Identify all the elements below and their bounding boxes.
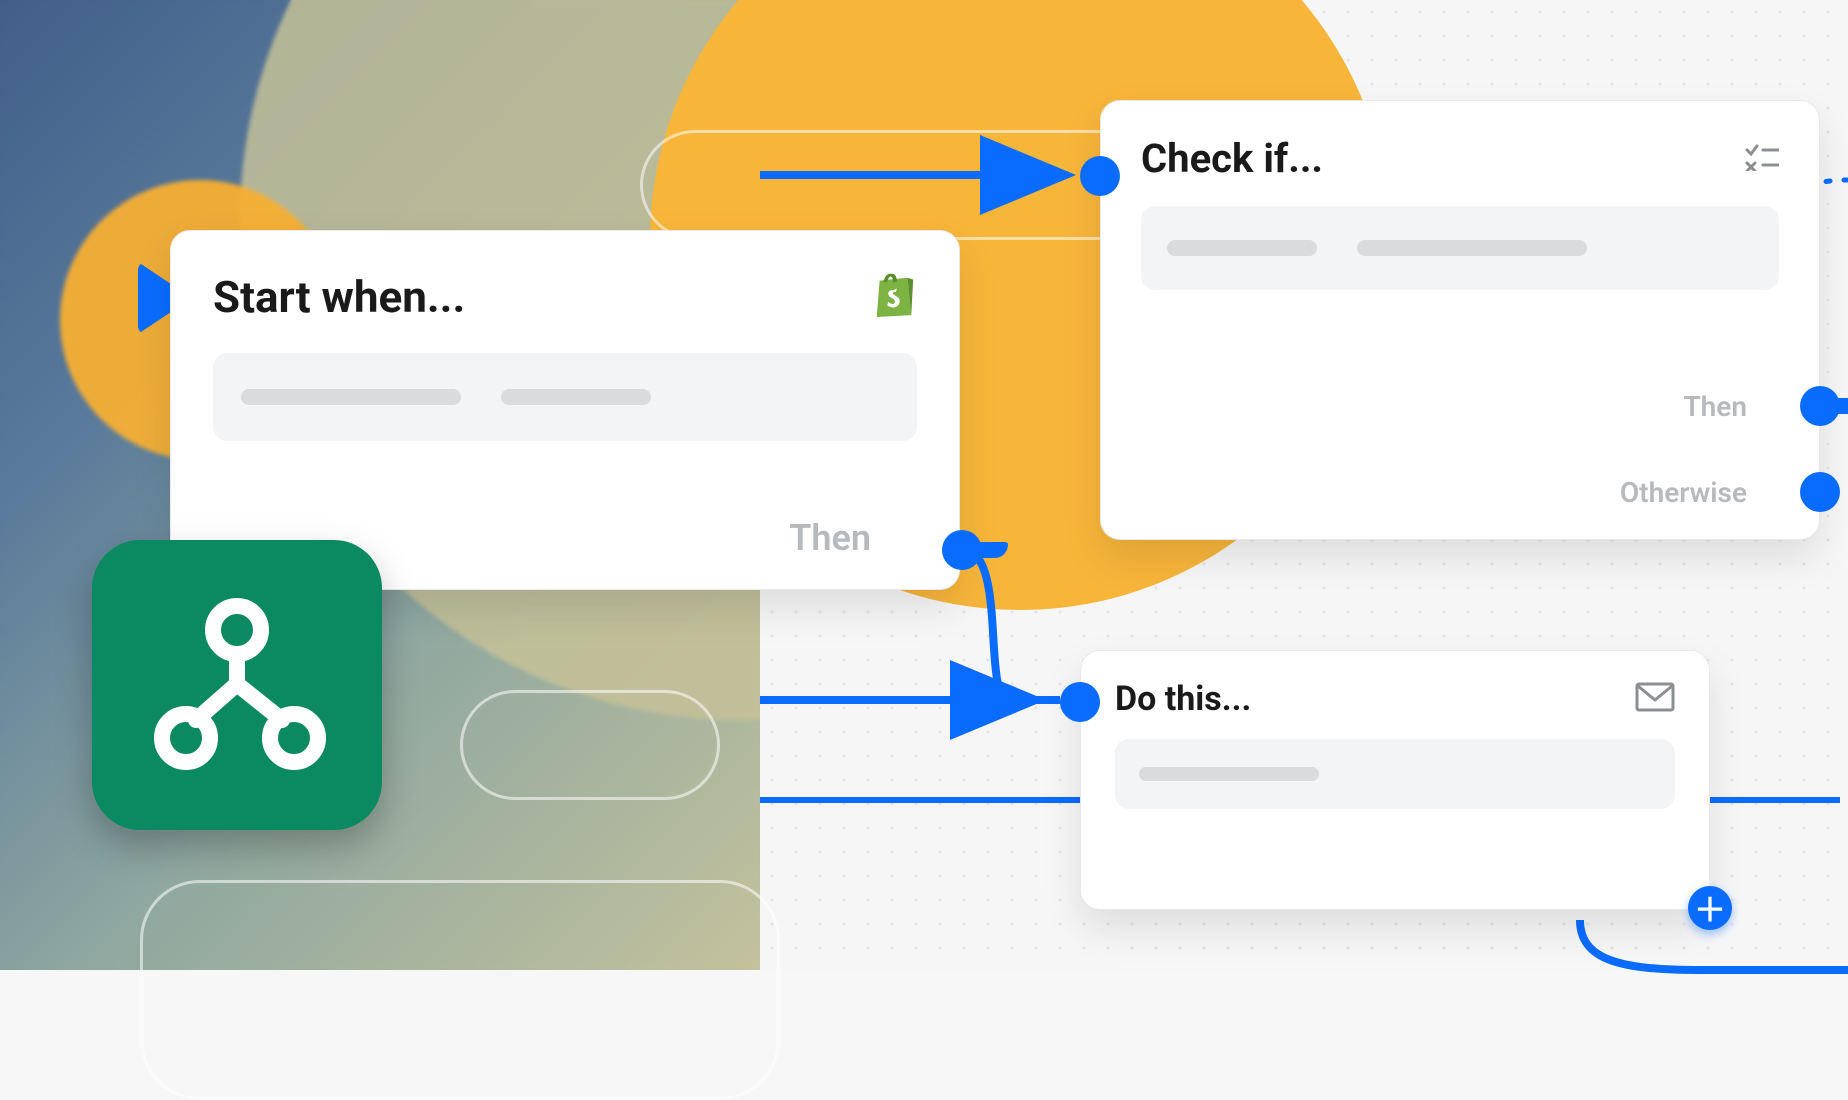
decorative-outline bbox=[140, 880, 780, 1100]
mail-icon bbox=[1635, 682, 1675, 716]
checklist-icon bbox=[1745, 143, 1779, 175]
plus-icon: ＋ bbox=[1694, 885, 1726, 931]
trigger-config-placeholder[interactable] bbox=[213, 353, 917, 441]
decorative-outline bbox=[460, 690, 720, 800]
condition-output-otherwise-label: Otherwise bbox=[1620, 476, 1747, 509]
trigger-output-then-label: Then bbox=[789, 517, 871, 559]
trigger-node-card[interactable]: Start when... Then bbox=[170, 230, 960, 590]
workflow-canvas: Start when... Then Check if... bbox=[0, 0, 1848, 970]
condition-output-then-port[interactable] bbox=[1800, 386, 1840, 426]
action-config-placeholder[interactable] bbox=[1115, 739, 1675, 809]
trigger-node-title: Start when... bbox=[213, 271, 465, 323]
add-step-button[interactable]: ＋ bbox=[1688, 886, 1732, 930]
condition-node-card[interactable]: Check if... Then Otherwise bbox=[1100, 100, 1820, 540]
action-node-title: Do this... bbox=[1115, 679, 1251, 719]
condition-input-port[interactable] bbox=[1080, 156, 1120, 196]
action-node-card[interactable]: Do this... bbox=[1080, 650, 1710, 910]
condition-config-placeholder[interactable] bbox=[1141, 206, 1779, 290]
condition-output-then-label: Then bbox=[1683, 390, 1747, 423]
condition-output-otherwise-port[interactable] bbox=[1800, 472, 1840, 512]
condition-node-title: Check if... bbox=[1141, 135, 1323, 182]
shopify-bag-icon bbox=[871, 269, 917, 325]
trigger-output-then-port[interactable] bbox=[942, 530, 982, 570]
flow-app-tile bbox=[92, 540, 382, 830]
action-input-port[interactable] bbox=[1060, 682, 1100, 722]
flow-branch-icon bbox=[142, 588, 332, 782]
